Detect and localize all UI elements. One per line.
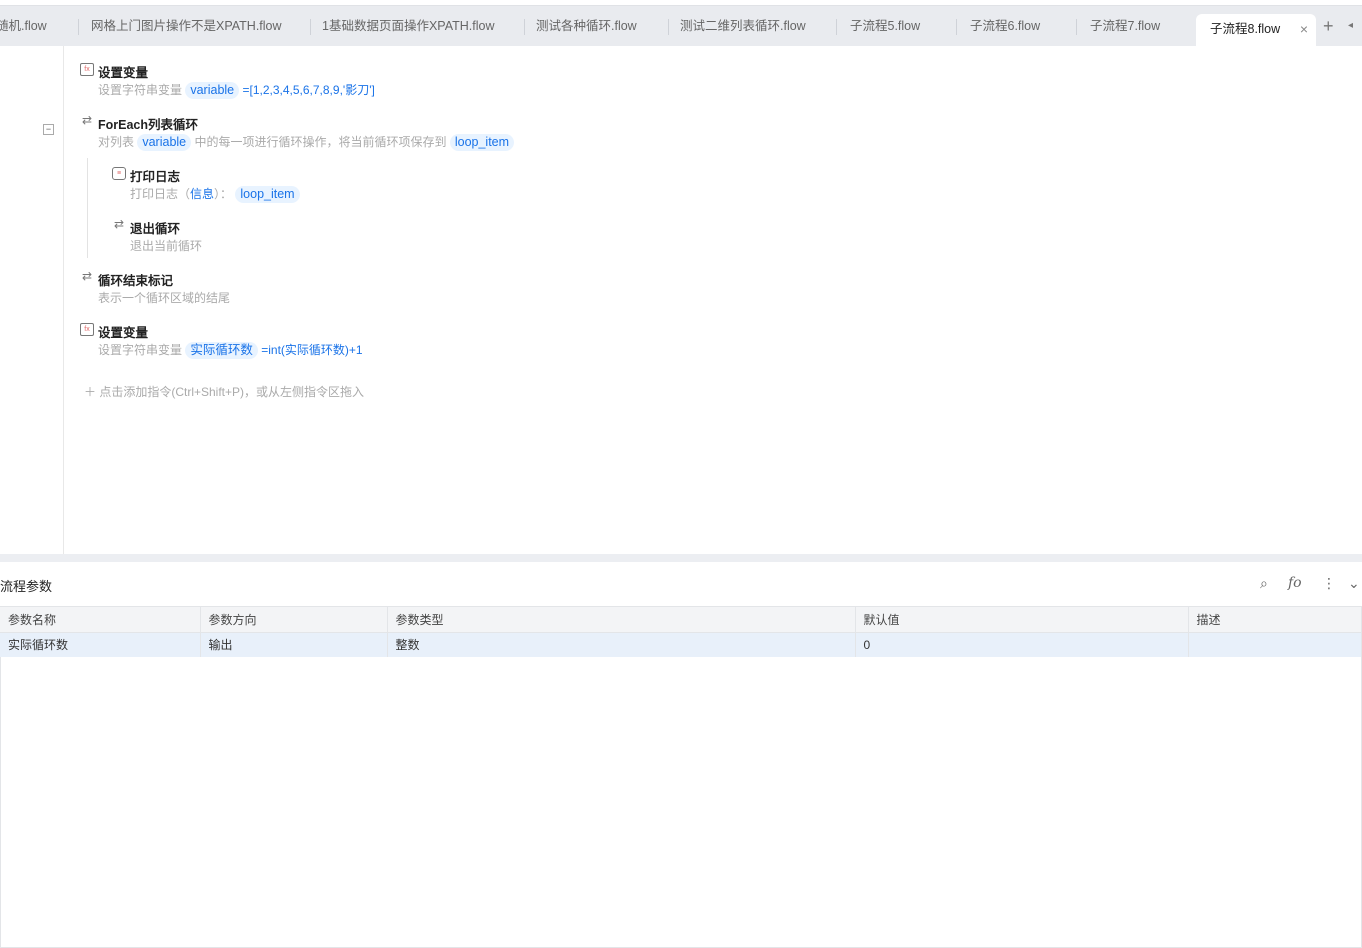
- column-header[interactable]: 参数方向: [200, 606, 388, 633]
- tab-separator: [956, 19, 957, 35]
- add-function-icon[interactable]: fo: [1288, 575, 1302, 591]
- add-command-hint[interactable]: ＋ 点击添加指令(Ctrl+Shift+P)，或从左侧指令区拖入: [84, 383, 364, 400]
- cell[interactable]: 整数: [387, 632, 856, 657]
- column-header[interactable]: 默认值: [855, 606, 1189, 633]
- tab-1[interactable]: 网格上门图片操作不是XPATH.flow: [91, 6, 282, 47]
- close-icon[interactable]: ×: [1300, 14, 1308, 44]
- variable-pill[interactable]: 实际循环数: [185, 342, 258, 359]
- tab-separator: [78, 19, 79, 35]
- tab-8-active[interactable]: 子流程8.flow ×: [1196, 14, 1316, 47]
- loop-end-icon: ⇄: [81, 269, 93, 283]
- tab-separator: [836, 19, 837, 35]
- step-desc: 打印日志（信息）： loop_item: [130, 185, 300, 203]
- tab-0[interactable]: 随机.flow: [0, 6, 47, 47]
- step-title: 设置变量: [98, 326, 149, 340]
- tab-6[interactable]: 子流程6.flow: [970, 6, 1040, 47]
- scroll-tabs-icon[interactable]: ◂: [1348, 6, 1353, 46]
- step-desc: 表示一个循环区域的结尾: [98, 291, 231, 305]
- more-icon[interactable]: ⋮: [1322, 575, 1336, 592]
- step-title: 打印日志: [130, 170, 181, 184]
- panel-splitter[interactable]: [0, 554, 1362, 562]
- variable-pill[interactable]: variable: [185, 82, 240, 99]
- function-icon: fx: [80, 63, 94, 76]
- printer-icon: ≡: [112, 167, 126, 180]
- tab-2[interactable]: 1基础数据页面操作XPATH.flow: [322, 6, 494, 47]
- step-desc: 设置字符串变量 variable =[1,2,3,4,5,6,7,8,9,'影刀…: [98, 82, 375, 99]
- tab-bar: 随机.flow 网格上门图片操作不是XPATH.flow 1基础数据页面操作XP…: [0, 5, 1362, 47]
- params-table-frame: [0, 606, 1362, 948]
- params-table: 参数名称 参数方向 参数类型 默认值 描述 实际循环数 输出 整数 0: [0, 606, 1362, 657]
- cell[interactable]: 输出: [200, 632, 388, 657]
- search-icon[interactable]: ⌕: [1260, 575, 1268, 592]
- tab-separator: [524, 19, 525, 35]
- chevron-down-icon[interactable]: ⌄: [1348, 575, 1360, 592]
- column-header[interactable]: 参数类型: [387, 606, 856, 633]
- column-header[interactable]: 参数名称: [0, 606, 201, 633]
- gutter-divider: [63, 46, 64, 554]
- cell[interactable]: [1188, 632, 1362, 657]
- step-title: ForEach列表循环: [98, 118, 199, 132]
- variable-pill[interactable]: loop_item: [235, 186, 300, 203]
- tab-5[interactable]: 子流程5.flow: [850, 6, 920, 47]
- cell[interactable]: 实际循环数: [0, 632, 201, 657]
- step-title: 循环结束标记: [98, 274, 174, 288]
- tab-separator: [1076, 19, 1077, 35]
- step-title: 设置变量: [98, 66, 149, 80]
- tab-separator: [310, 19, 311, 35]
- collapse-toggle[interactable]: −: [43, 124, 54, 135]
- flow-editor: − fx 设置变量 设置字符串变量 variable =[1,2,3,4,5,6…: [0, 46, 1362, 554]
- break-loop-icon: ⇄: [113, 217, 125, 231]
- step-desc: 设置字符串变量 实际循环数 =int(实际循环数)+1: [98, 342, 363, 359]
- table-row[interactable]: 实际循环数 输出 整数 0: [0, 632, 1362, 657]
- column-header[interactable]: 描述: [1188, 606, 1362, 633]
- step-desc: 对列表 variable 中的每一项进行循环操作，将当前循环项保存到 loop_…: [98, 133, 515, 151]
- tab-7[interactable]: 子流程7.flow: [1090, 6, 1160, 47]
- variable-pill[interactable]: loop_item: [449, 134, 515, 151]
- table-header: 参数名称 参数方向 参数类型 默认值 描述: [0, 606, 1362, 633]
- tab-separator: [668, 19, 669, 35]
- variable-pill[interactable]: variable: [137, 134, 192, 151]
- loop-icon: ⇄: [81, 113, 93, 127]
- step-desc: 退出当前循环: [130, 239, 203, 253]
- function-icon: fx: [80, 323, 94, 336]
- step-title: 退出循环: [130, 222, 181, 236]
- tab-3[interactable]: 测试各种循环.flow: [536, 6, 637, 47]
- tab-label: 子流程8.flow: [1210, 22, 1281, 36]
- panel-title: 流程参数: [0, 579, 53, 594]
- loop-block-line: [87, 158, 88, 258]
- tab-4[interactable]: 测试二维列表循环.flow: [680, 6, 806, 47]
- cell[interactable]: 0: [855, 632, 1189, 657]
- add-tab-icon[interactable]: +: [1323, 6, 1334, 46]
